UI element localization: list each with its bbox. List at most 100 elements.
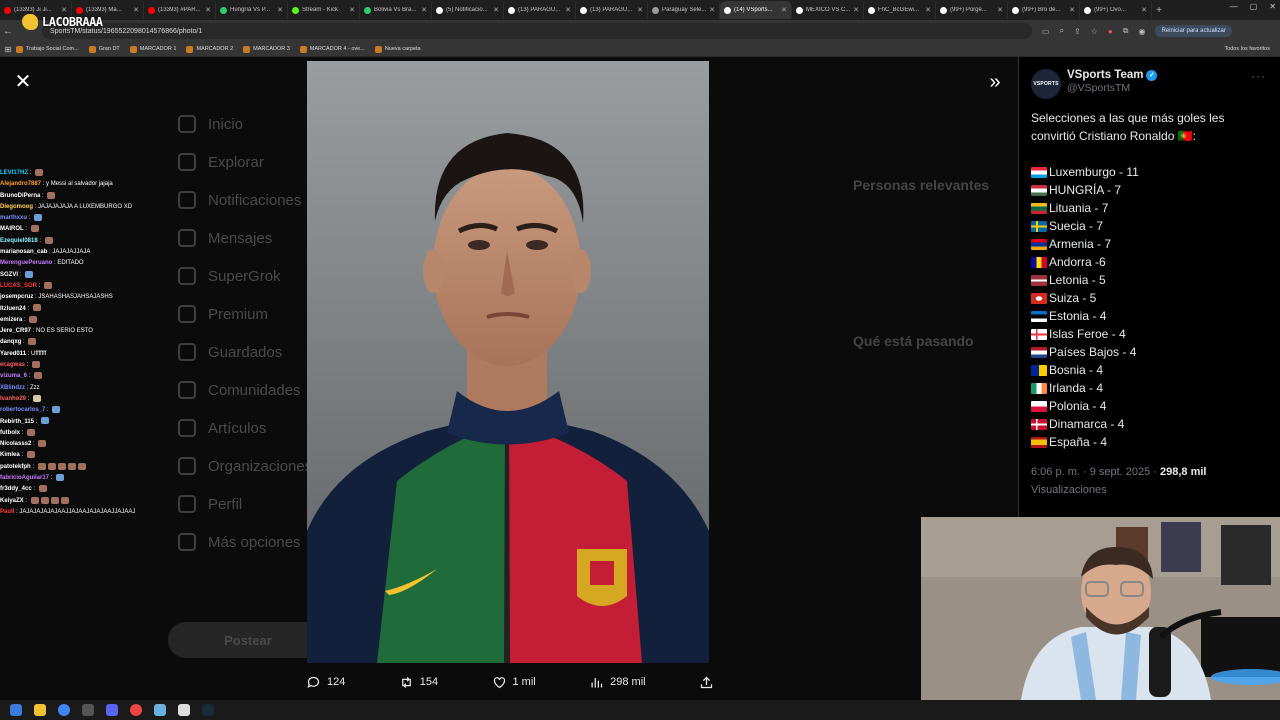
bookmark-item[interactable]: Nueva carpeta xyxy=(374,45,421,53)
tab-close-icon[interactable]: ✕ xyxy=(1141,6,1147,14)
chat-username[interactable]: Kimlea xyxy=(0,452,20,458)
tab-close-icon[interactable]: ✕ xyxy=(421,6,427,14)
new-tab-button[interactable]: + xyxy=(1152,5,1166,16)
browser-tab[interactable]: (13) PARAGU... ✕ xyxy=(576,1,648,19)
browser-tab[interactable]: (99+) Bro de... ✕ xyxy=(1008,1,1080,19)
chat-username[interactable]: BrunoDiPerna xyxy=(0,193,40,199)
browser-tab[interactable]: Stream - Kick ✕ xyxy=(288,1,360,19)
browser-tab[interactable]: MEXICO VS C... ✕ xyxy=(792,1,864,19)
bookmark-item[interactable]: MARCADOR 3 xyxy=(243,45,290,53)
chat-username[interactable]: PaulI xyxy=(0,509,14,515)
chat-username[interactable]: MerenguePeruano xyxy=(0,260,52,266)
tab-close-icon[interactable]: ✕ xyxy=(277,6,283,14)
chat-username[interactable]: josempcruz xyxy=(0,294,33,300)
author-handle[interactable]: @VSportsTM xyxy=(1067,82,1157,94)
chat-username[interactable]: Nicolasss2 xyxy=(0,441,31,447)
tab-close-icon[interactable]: ✕ xyxy=(61,6,67,14)
views-button[interactable]: 298 mil xyxy=(589,675,646,690)
tab-close-icon[interactable]: ✕ xyxy=(205,6,211,14)
start-icon[interactable] xyxy=(10,704,22,716)
minimize-icon[interactable]: — xyxy=(1230,2,1238,11)
bookmark-item[interactable]: MARCADOR 4 - ove... xyxy=(299,45,365,53)
all-bookmarks[interactable]: Todos los favoritos xyxy=(1224,46,1270,52)
browser-tab[interactable]: Hungría Vs P... ✕ xyxy=(216,1,288,19)
tab-close-icon[interactable]: ✕ xyxy=(1069,6,1075,14)
chat-username[interactable]: Itzluen24 xyxy=(0,306,26,312)
browser-tab[interactable]: (13393) #PAR... ✕ xyxy=(144,1,216,19)
discord-icon[interactable] xyxy=(106,704,118,716)
chat-username[interactable]: Ezequiel0818 xyxy=(0,238,38,244)
back-icon[interactable]: ← xyxy=(0,26,16,37)
chat-username[interactable]: ecagwas xyxy=(0,362,25,368)
chat-username[interactable]: XBlindzz xyxy=(0,385,25,391)
share-icon[interactable]: ⇪ xyxy=(1074,27,1081,36)
tab-close-icon[interactable]: ✕ xyxy=(853,6,859,14)
tab-close-icon[interactable]: ✕ xyxy=(637,6,643,14)
like-button[interactable]: 1 mil xyxy=(492,675,536,690)
chrome-icon[interactable] xyxy=(58,704,70,716)
tab-close-icon[interactable]: ✕ xyxy=(349,6,355,14)
chat-username[interactable]: Diegomoog xyxy=(0,204,33,210)
chat-username[interactable]: Alejandro7887 xyxy=(0,181,41,187)
bookmark-item[interactable]: Trabajo Social Com... xyxy=(16,45,79,53)
chat-username[interactable]: LUCAS_SGR xyxy=(0,283,37,289)
chat-username[interactable]: Rebirth_115 xyxy=(0,419,34,425)
update-button[interactable]: Reiniciar para actualizar xyxy=(1155,25,1232,37)
maximize-icon[interactable]: ▢ xyxy=(1250,2,1258,11)
file-explorer-icon[interactable] xyxy=(34,704,46,716)
browser-tab[interactable]: (13) PARAGU... ✕ xyxy=(504,1,576,19)
chat-username[interactable]: fabricioAguilar17 xyxy=(0,475,49,481)
chat-username[interactable]: SGZVI xyxy=(0,272,18,278)
browser-tab[interactable]: (99+) Ovo... ✕ xyxy=(1080,1,1152,19)
more-options-icon[interactable]: ··· xyxy=(1251,69,1266,83)
star-icon[interactable]: ☆ xyxy=(1091,27,1098,36)
share-button[interactable] xyxy=(699,675,714,690)
tab-close-icon[interactable]: ✕ xyxy=(781,6,787,14)
chat-username[interactable]: LEVI17HZ xyxy=(0,170,28,176)
chat-username[interactable]: emizera xyxy=(0,317,22,323)
browser-tab[interactable]: Paraguay Sele... ✕ xyxy=(648,1,720,19)
tab-close-icon[interactable]: ✕ xyxy=(925,6,931,14)
double-chevron-right-icon[interactable]: » xyxy=(985,71,1005,93)
chat-username[interactable]: marianosan_cab xyxy=(0,249,47,255)
close-icon[interactable]: ✕ xyxy=(12,71,34,93)
chat-username[interactable]: vizuma_6 xyxy=(0,373,27,379)
chat-username[interactable]: Yared011 xyxy=(0,351,26,357)
bookmark-item[interactable]: MARCADOR 2 xyxy=(186,45,233,53)
browser-tab[interactable]: (14) VSports... ✕ xyxy=(720,1,792,19)
extensions-puzzle-icon[interactable]: ⧉ xyxy=(1123,26,1129,36)
chat-username[interactable]: fr3ddy_4cc xyxy=(0,486,32,492)
repost-button[interactable]: 154 xyxy=(399,675,438,690)
bookmark-item[interactable]: MARCADOR 1 xyxy=(129,45,176,53)
tab-close-icon[interactable]: ✕ xyxy=(133,6,139,14)
tab-close-icon[interactable]: ✕ xyxy=(997,6,1003,14)
bookmark-item[interactable]: Gran DT xyxy=(88,45,120,53)
chat-username[interactable]: patotekfph xyxy=(0,464,31,470)
browser-tab[interactable]: FhC_BcGEwi... ✕ xyxy=(864,1,936,19)
tab-close-icon[interactable]: ✕ xyxy=(709,6,715,14)
url-field[interactable]: SportsTM/status/1965522098014576866/phot… xyxy=(42,23,1032,39)
steam-icon[interactable] xyxy=(202,704,214,716)
obs-icon[interactable] xyxy=(130,704,142,716)
avatar[interactable]: VSPORTS xyxy=(1031,69,1061,99)
app-icon-3[interactable] xyxy=(178,704,190,716)
chat-username[interactable]: robertocarlos_7 xyxy=(0,407,45,413)
chat-username[interactable]: KeiyaZX xyxy=(0,498,24,504)
browser-tab[interactable]: (5) Notificacio... ✕ xyxy=(432,1,504,19)
profile-icon[interactable]: ◉ xyxy=(1138,27,1145,36)
tab-close-icon[interactable]: ✕ xyxy=(493,6,499,14)
apps-icon[interactable]: ⊞ xyxy=(0,45,16,54)
tweet-time[interactable]: 6:06 p. m. · 9 sept. 2025 · xyxy=(1031,466,1160,478)
chat-username[interactable]: futbolx xyxy=(0,430,20,436)
tab-close-icon[interactable]: ✕ xyxy=(565,6,571,14)
chat-username[interactable]: marthxxu xyxy=(0,215,27,221)
app-icon-1[interactable] xyxy=(82,704,94,716)
chat-username[interactable]: MAIROL xyxy=(0,226,24,232)
extension-icon[interactable]: ● xyxy=(1108,27,1113,36)
reply-button[interactable]: 124 xyxy=(306,675,345,690)
cast-icon[interactable]: ▭ xyxy=(1042,27,1050,36)
close-window-icon[interactable]: ✕ xyxy=(1269,2,1276,11)
app-icon-2[interactable] xyxy=(154,704,166,716)
chat-username[interactable]: danqxg xyxy=(0,339,21,345)
zoom-icon[interactable]: ⌕ xyxy=(1060,26,1064,36)
